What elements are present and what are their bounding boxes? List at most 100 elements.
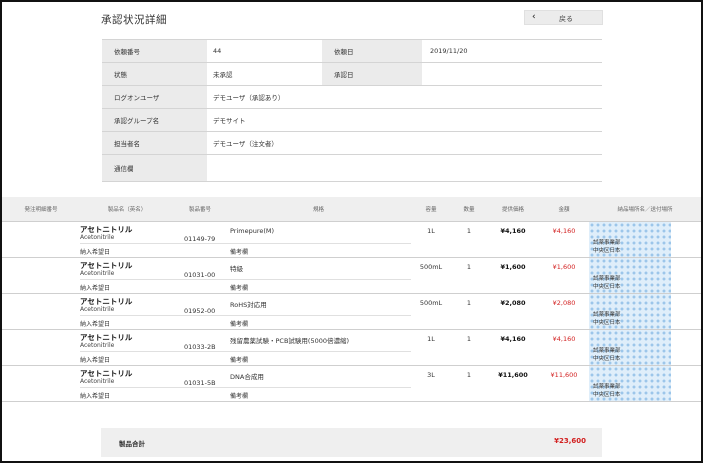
quantity: 1 <box>466 335 472 343</box>
page-title: 承認状況詳細 <box>101 14 167 26</box>
desired-delivery-label: 納入希望日 <box>80 393 111 400</box>
price-cell: ¥11,600 <box>487 366 539 401</box>
memo-label: 備考欄 <box>230 393 249 400</box>
total-value: ¥23,600 <box>554 437 586 445</box>
amount: ¥4,160 <box>552 335 576 343</box>
quantity-cell: 1 <box>451 330 487 365</box>
back-button-label: 戻る <box>559 15 573 23</box>
price: ¥1,600 <box>500 263 526 271</box>
product-code: 01031-00 <box>184 271 216 279</box>
quantity: 1 <box>466 227 472 235</box>
request-info-table: 依頼番号 44 依頼日 2019/11/20 状態 未承認 承認日 ログオンユー… <box>102 39 602 182</box>
product-name-en: Acetonitrile <box>80 306 115 313</box>
desired-delivery-label: 納入希望日 <box>80 357 111 364</box>
comment-value <box>207 155 602 181</box>
product-name-en: Acetonitrile <box>80 270 115 277</box>
status-label: 状態 <box>102 63 207 85</box>
spec-cell: RoHS対応用 備考欄 <box>226 294 411 329</box>
amount-cell: ¥11,600 <box>539 366 589 401</box>
destination-line-2: 中央区日本 <box>593 320 621 326</box>
table-row: アセトニトリル Acetonitrile 納入希望日 01033-2B 残留農薬試験・P… <box>2 330 701 366</box>
info-row: 依頼番号 44 依頼日 2019/11/20 <box>102 40 602 63</box>
sub-divider <box>226 351 411 352</box>
product-name-en: Acetonitrile <box>80 378 115 385</box>
capacity-cell: 1L <box>411 330 451 365</box>
amount-cell: ¥4,160 <box>539 330 589 365</box>
quantity: 1 <box>466 299 472 307</box>
table-row: アセトニトリル Acetonitrile 納入希望日 01952-00 RoHS対応用備… <box>2 294 701 330</box>
request-date-label: 依頼日 <box>322 40 422 62</box>
header-capacity: 容量 <box>425 207 437 213</box>
sub-divider <box>226 243 411 244</box>
order-no-cell <box>2 258 80 293</box>
header-quantity: 数量 <box>463 207 475 213</box>
header-product-name: 製品名（英名） <box>107 207 147 213</box>
request-no-value: 44 <box>213 47 222 55</box>
person-value: デモユーザ（注文者） <box>213 140 278 148</box>
desired-delivery-label: 納入希望日 <box>80 321 111 328</box>
price: ¥11,600 <box>498 371 528 379</box>
quantity-cell: 1 <box>451 222 487 257</box>
sub-divider <box>226 387 411 388</box>
request-date-value: 2019/11/20 <box>430 47 468 55</box>
memo-label: 備考欄 <box>230 357 249 364</box>
product-name-en: Acetonitrile <box>80 234 115 241</box>
order-items-table: 発注明細番号 製品名（英名） 製品番号 規格 容量 数量 提供価格 金額 納品場… <box>2 197 701 402</box>
info-row: ログオンユーザ デモユーザ（承認あり） <box>102 86 602 109</box>
info-row: 通信欄 <box>102 155 602 182</box>
product-code-cell: 01031-00 <box>174 258 226 293</box>
amount-cell: ¥2,080 <box>539 294 589 329</box>
capacity: 1L <box>427 227 435 235</box>
header-spec: 規格 <box>312 207 324 213</box>
product-name-cell: アセトニトリル Acetonitrile 納入希望日 <box>80 330 226 365</box>
quantity-cell: 1 <box>451 258 487 293</box>
destination-cell: 試薬事業部中央区日本 <box>589 294 701 329</box>
product-spec: 特級 <box>230 265 243 273</box>
table-header: 発注明細番号 製品名（英名） 製品番号 規格 容量 数量 提供価格 金額 納品場… <box>2 197 701 222</box>
price-cell: ¥1,600 <box>487 258 539 293</box>
amount: ¥1,600 <box>552 263 576 271</box>
destination-cell: 試薬事業部 中央区日本 <box>589 366 701 401</box>
login-user-value: デモユーザ（承認あり） <box>213 94 285 102</box>
product-code: 01031-5B <box>184 379 216 387</box>
capacity: 3L <box>427 371 435 379</box>
desired-delivery-label: 納入希望日 <box>80 285 111 292</box>
memo-label: 備考欄 <box>230 321 249 328</box>
approval-group-value: デモサイト <box>213 117 246 125</box>
capacity-cell: 3L <box>411 366 451 401</box>
chevron-left-icon: ‹ <box>532 12 536 22</box>
destination-line-1: 試薬事業部 <box>593 348 621 354</box>
quantity-cell: 1 <box>451 366 487 401</box>
capacity: 500mL <box>419 263 443 271</box>
product-spec: DNA合成用 <box>230 373 264 381</box>
desired-delivery-label: 納入希望日 <box>80 249 111 256</box>
amount: ¥4,160 <box>552 227 576 235</box>
capacity: 1L <box>427 335 435 343</box>
order-no-cell <box>2 222 80 257</box>
total-label: 製品合計 <box>119 440 145 448</box>
price: ¥4,160 <box>500 227 526 235</box>
product-code-cell: 01031-5B <box>174 366 226 401</box>
capacity-cell: 500mL <box>411 258 451 293</box>
info-row: 状態 未承認 承認日 <box>102 63 602 86</box>
order-no-cell <box>2 330 80 365</box>
table-row: アセトニトリル Acetonitrile 納入希望日 01031-5B DNA合成用 備考… <box>2 366 701 402</box>
price-cell: ¥4,160 <box>487 222 539 257</box>
price-cell: ¥4,160 <box>487 330 539 365</box>
product-name-en: Acetonitrile <box>80 342 115 349</box>
product-name-cell: アセトニトリル Acetonitrile 納入希望日 <box>80 222 226 257</box>
back-button[interactable]: ‹ 戻る <box>524 10 603 25</box>
product-spec: 残留農薬試験・PCB試験用(5000倍濃縮) <box>230 337 350 345</box>
header-product-code: 製品番号 <box>188 207 211 213</box>
memo-label: 備考欄 <box>230 249 249 256</box>
spec-cell: DNA合成用 備考欄 <box>226 366 411 401</box>
quantity: 1 <box>466 371 472 379</box>
capacity: 500mL <box>419 299 443 307</box>
quantity: 1 <box>466 263 472 271</box>
comment-label: 通信欄 <box>102 155 207 181</box>
destination-line-1: 試薬事業部 <box>593 312 621 318</box>
destination-line-2: 中央区日本 <box>593 356 621 362</box>
product-spec: RoHS対応用 <box>230 301 267 309</box>
table-row: アセトニトリル Acetonitrile 納入希望日 01149-79 Primepur… <box>2 222 701 258</box>
capacity-cell: 1L <box>411 222 451 257</box>
